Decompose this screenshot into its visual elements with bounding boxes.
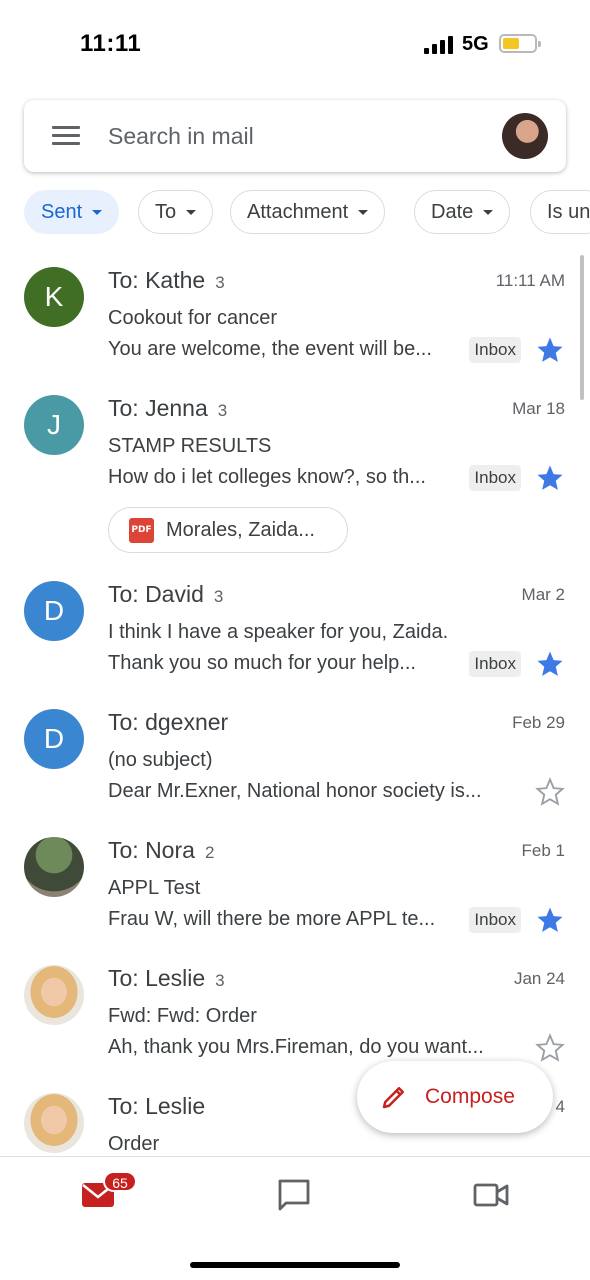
- email-date: Mar 18: [512, 399, 565, 418]
- recipient-name: To: David: [108, 581, 204, 607]
- email-date: Feb 29: [512, 713, 565, 732]
- thread-count: 3: [215, 273, 225, 292]
- filter-chip-to[interactable]: To: [138, 190, 214, 234]
- sender-avatar: J: [24, 395, 84, 455]
- star-filled-icon[interactable]: [535, 463, 565, 493]
- filter-chip-sent[interactable]: Sent: [24, 190, 120, 234]
- search-bar: [24, 100, 566, 172]
- chevron-down-icon: [186, 209, 197, 215]
- email-row[interactable]: J To: Jenna 3 Mar 18 STAMP RESULTS How do…: [0, 383, 590, 563]
- video-camera-icon: [473, 1183, 509, 1207]
- recipient-name: To: Leslie: [108, 965, 206, 991]
- email-row[interactable]: K To: Kathe 3 11:11 AM Cookout for cancer…: [0, 255, 590, 383]
- inbox-badge: Inbox: [469, 907, 521, 933]
- email-snippet: Frau W, will there be more APPL te...: [108, 908, 436, 930]
- sender-avatar: D: [24, 581, 84, 641]
- star-filled-icon[interactable]: [535, 335, 565, 365]
- battery-icon: [499, 34, 541, 53]
- email-row[interactable]: D To: David 3 Mar 2 I think I have a spea…: [0, 569, 590, 697]
- email-date: Jan 24: [513, 969, 565, 988]
- sender-avatar: [24, 1093, 84, 1153]
- compose-label: Compose: [425, 1085, 515, 1108]
- email-subject: (no subject): [108, 749, 213, 771]
- filter-chip-is-unread[interactable]: Is un: [530, 190, 590, 234]
- email-row[interactable]: To: Nora 2 Feb 1 APPL Test Frau W, will t…: [0, 825, 590, 953]
- email-snippet: You are welcome, the event will be...: [108, 338, 432, 360]
- email-row[interactable]: D To: dgexner Feb 29 (no subject) Dear M…: [0, 697, 590, 825]
- nav-meet-tab[interactable]: [471, 1175, 511, 1215]
- sender-avatar: D: [24, 709, 84, 769]
- unread-count-badge: 65: [103, 1171, 137, 1192]
- attachment-name: Morales, Zaida...: [166, 518, 315, 541]
- compose-button[interactable]: Compose: [357, 1061, 553, 1133]
- email-subject: Order: [108, 1133, 160, 1155]
- star-outline-icon[interactable]: [535, 1033, 565, 1063]
- sender-avatar: K: [24, 267, 84, 327]
- inbox-badge: Inbox: [469, 337, 521, 363]
- status-bar: 11:11 5G: [0, 0, 590, 90]
- thread-count: 3: [215, 971, 225, 990]
- email-date: Feb 1: [521, 841, 565, 860]
- email-snippet: Dear Mr.Exner, National honor society is…: [108, 780, 482, 802]
- pencil-icon: [382, 1087, 404, 1109]
- account-avatar[interactable]: [502, 113, 548, 159]
- thread-count: 2: [204, 843, 215, 862]
- chat-icon: [278, 1179, 310, 1211]
- filter-chip-date[interactable]: Date: [414, 190, 511, 234]
- recipient-name: To: Jenna: [108, 395, 208, 421]
- email-snippet: How do i let colleges know?, so th...: [108, 466, 426, 488]
- chevron-down-icon: [483, 209, 494, 215]
- recipient-name: To: Nora: [108, 837, 195, 863]
- bottom-nav: 65: [0, 1156, 590, 1280]
- status-time: 11:11: [80, 30, 142, 57]
- star-filled-icon[interactable]: [535, 905, 565, 935]
- search-input[interactable]: [108, 118, 488, 154]
- sender-avatar: [24, 837, 84, 897]
- email-subject: Cookout for cancer: [108, 307, 277, 329]
- nav-chat-tab[interactable]: [274, 1175, 314, 1215]
- sender-avatar: [24, 965, 84, 1025]
- star-outline-icon[interactable]: [535, 777, 565, 807]
- attachment-chip[interactable]: PDF Morales, Zaida...: [108, 507, 348, 553]
- recipient-name: To: Leslie: [108, 1093, 206, 1119]
- email-snippet: Thank you so much for your help...: [108, 652, 416, 674]
- chevron-down-icon: [92, 209, 103, 215]
- email-subject: I think I have a speaker for you, Zaida.: [108, 621, 449, 643]
- email-date: Mar 2: [521, 585, 565, 604]
- filter-chips: Sent To Attachment Date Is un: [24, 190, 590, 234]
- inbox-badge: Inbox: [469, 465, 521, 491]
- recipient-name: To: dgexner: [108, 709, 229, 735]
- star-filled-icon[interactable]: [535, 649, 565, 679]
- filter-chip-attachment[interactable]: Attachment: [230, 190, 386, 234]
- signal-icon: [424, 36, 454, 54]
- email-subject: STAMP RESULTS: [108, 435, 272, 457]
- email-snippet: Ah, thank you Mrs.Fireman, do you want..…: [108, 1036, 484, 1058]
- email-date: 4: [555, 1097, 565, 1116]
- chevron-down-icon: [358, 209, 369, 215]
- pdf-icon: PDF: [129, 517, 154, 543]
- recipient-name: To: Kathe: [108, 267, 206, 293]
- home-indicator[interactable]: [190, 1262, 400, 1268]
- network-label: 5G: [462, 33, 489, 55]
- inbox-badge: Inbox: [469, 651, 521, 677]
- email-date: 11:11 AM: [495, 271, 565, 290]
- thread-count: 3: [217, 401, 228, 420]
- menu-icon[interactable]: [52, 126, 80, 146]
- email-subject: APPL Test: [108, 877, 201, 899]
- email-subject: Fwd: Fwd: Order: [108, 1005, 257, 1027]
- thread-count: 3: [213, 587, 224, 606]
- nav-mail-tab[interactable]: 65: [80, 1171, 137, 1215]
